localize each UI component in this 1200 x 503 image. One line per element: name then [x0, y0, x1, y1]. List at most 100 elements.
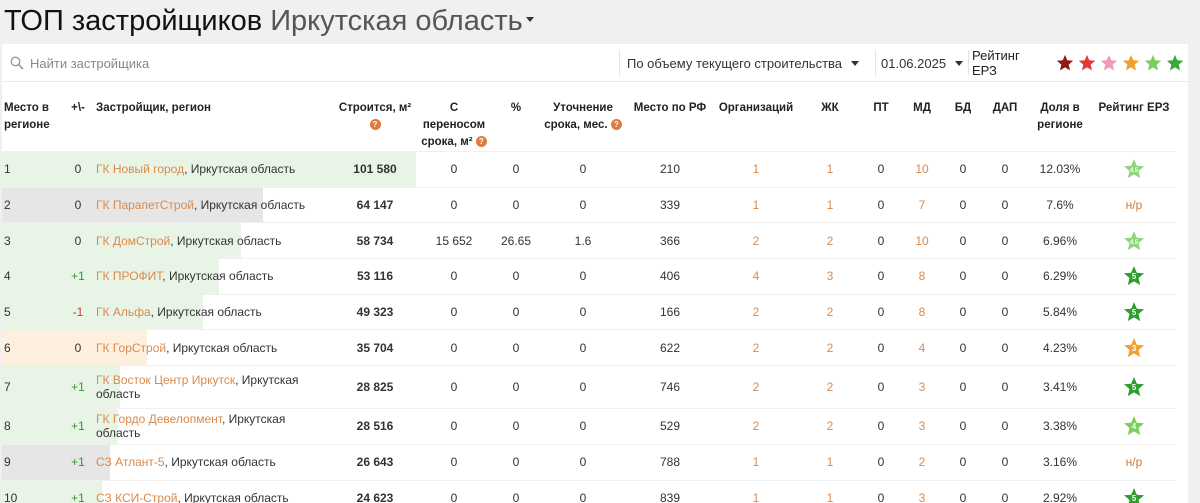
table-row[interactable]: 6 0 ГК ГорСтрой, Иркутская область 35 704 0 0… [2, 329, 1176, 366]
col-bd[interactable]: БД [944, 94, 982, 152]
help-icon[interactable]: ? [610, 119, 622, 131]
rating-star-icon[interactable] [1144, 54, 1162, 72]
col-developer[interactable]: Застройщик, регион [94, 94, 334, 152]
rating-star-icon[interactable]: 4.5 [1123, 230, 1145, 252]
table-row[interactable]: 5 -1 ГК Альфа, Иркутская область 49 323 0 0 0 1… [2, 293, 1176, 330]
developer-link[interactable]: ГК Гордо Девелопмент [96, 412, 222, 426]
col-place[interactable]: Место в регионе [2, 94, 62, 152]
cell-md[interactable]: 7 [900, 186, 944, 223]
search-input[interactable] [30, 55, 590, 71]
date-dropdown[interactable]: 01.06.2025 [881, 44, 964, 82]
table-row[interactable]: 4 +1 ГК ПРОФИТ, Иркутская область 53 116 0 0 0… [2, 258, 1176, 295]
rating-star-icon[interactable] [1122, 54, 1140, 72]
cell-zhk[interactable]: 2 [798, 365, 862, 409]
cell-name[interactable]: ГК ПРОФИТ, Иркутская область [94, 258, 334, 295]
rating-star-icon[interactable]: 5 [1123, 376, 1145, 398]
cell-zhk[interactable]: 2 [798, 329, 862, 366]
rating-star-icon[interactable]: 4 [1123, 415, 1145, 437]
cell-orgs[interactable]: 1 [714, 479, 798, 503]
developer-link[interactable]: ГК Новый город [96, 162, 184, 176]
cell-md[interactable]: 2 [900, 443, 944, 480]
developer-link[interactable]: СЗ КСИ-Строй [96, 491, 177, 503]
col-rf-place[interactable]: Место по РФ [626, 94, 714, 152]
table-row[interactable]: 8 +1 ГК Гордо Девелопмент, Иркутская облас… [2, 408, 1176, 445]
rating-star-icon[interactable]: 3 [1123, 337, 1145, 359]
table-row[interactable]: 9 +1 СЗ Атлант-5, Иркутская область 26 643 0… [2, 443, 1176, 480]
cell-md[interactable]: 8 [900, 258, 944, 295]
rating-star-icon[interactable] [1078, 54, 1096, 72]
cell-name[interactable]: ГК ГорСтрой, Иркутская область [94, 329, 334, 366]
cell-md[interactable]: 4 [900, 329, 944, 366]
cell-orgs[interactable]: 2 [714, 408, 798, 445]
cell-name[interactable]: ГК Альфа, Иркутская область [94, 293, 334, 330]
rating-star-icon[interactable] [1166, 54, 1184, 72]
cell-zhk[interactable]: 1 [798, 443, 862, 480]
cell-name[interactable]: СЗ Атлант-5, Иркутская область [94, 443, 334, 480]
region-caret-icon[interactable] [525, 16, 534, 22]
cell-zhk[interactable]: 1 [798, 151, 862, 188]
col-pt[interactable]: ПТ [862, 94, 900, 152]
col-rating[interactable]: Рейтинг ЕРЗ [1092, 94, 1176, 152]
cell-md[interactable]: 10 [900, 222, 944, 259]
col-share[interactable]: Доля в регионе [1028, 94, 1092, 152]
help-icon[interactable]: ? [475, 136, 487, 148]
developer-link[interactable]: ГК ПарапетСтрой [96, 198, 194, 212]
rating-star-icon[interactable]: 4.5 [1123, 158, 1145, 180]
col-pct[interactable]: % [492, 94, 540, 152]
cell-name[interactable]: СЗ КСИ-Строй, Иркутская область [94, 479, 334, 503]
cell-orgs[interactable]: 1 [714, 186, 798, 223]
rating-star-icon[interactable] [1056, 54, 1074, 72]
table-row[interactable]: 7 +1 ГК Восток Центр Иркутск, Иркутская об… [2, 365, 1176, 409]
cell-md[interactable]: 3 [900, 365, 944, 409]
cell-moved: 0 [416, 293, 492, 330]
rating-star-icon[interactable]: 5 [1123, 487, 1145, 503]
col-dap[interactable]: ДАП [982, 94, 1028, 152]
table-row[interactable]: 2 0 ГК ПарапетСтрой, Иркутская область 64 1… [2, 186, 1176, 223]
cell-name[interactable]: ГК Гордо Девелопмент, Иркутская область [94, 408, 334, 445]
col-moved[interactable]: С переносом срока, м² ? [416, 94, 492, 152]
cell-orgs[interactable]: 2 [714, 365, 798, 409]
sort-dropdown[interactable]: По объему текущего строительства [627, 44, 860, 82]
cell-name[interactable]: ГК Новый город, Иркутская область [94, 151, 334, 188]
col-change[interactable]: +\- [62, 94, 94, 152]
col-built[interactable]: Строится, м²? [334, 94, 416, 152]
cell-orgs[interactable]: 1 [714, 443, 798, 480]
table-row[interactable]: 10 +1 СЗ КСИ-Строй, Иркутская область 24 62… [2, 479, 1176, 503]
cell-orgs[interactable]: 4 [714, 258, 798, 295]
rating-star-icon[interactable]: 5 [1123, 265, 1145, 287]
cell-orgs[interactable]: 1 [714, 151, 798, 188]
table-row[interactable]: 1 0 ГК Новый город, Иркутская область 101 5… [2, 151, 1176, 188]
cell-zhk[interactable]: 2 [798, 222, 862, 259]
developer-link[interactable]: ГК ДомСтрой [96, 234, 170, 248]
cell-name[interactable]: ГК ДомСтрой, Иркутская область [94, 222, 334, 259]
cell-zhk[interactable]: 3 [798, 258, 862, 295]
developer-link[interactable]: СЗ Атлант-5 [96, 455, 165, 469]
col-zhk[interactable]: ЖК [798, 94, 862, 152]
rating-star-icon[interactable]: 5 [1123, 301, 1145, 323]
cell-zhk[interactable]: 2 [798, 293, 862, 330]
cell-md[interactable]: 10 [900, 151, 944, 188]
cell-orgs[interactable]: 2 [714, 222, 798, 259]
cell-name[interactable]: ГК ПарапетСтрой, Иркутская область [94, 186, 334, 223]
cell-zhk[interactable]: 1 [798, 186, 862, 223]
cell-md[interactable]: 3 [900, 479, 944, 503]
rating-star-icon[interactable] [1100, 54, 1118, 72]
col-md[interactable]: МД [900, 94, 944, 152]
cell-orgs[interactable]: 2 [714, 329, 798, 366]
developer-link[interactable]: ГК ПРОФИТ [96, 269, 162, 283]
cell-zhk[interactable]: 1 [798, 479, 862, 503]
cell-zhk[interactable]: 2 [798, 408, 862, 445]
developer-link[interactable]: ГК ГорСтрой [96, 341, 166, 355]
cell-orgs[interactable]: 2 [714, 293, 798, 330]
developer-link[interactable]: ГК Восток Центр Иркутск [96, 373, 235, 387]
cell-name[interactable]: ГК Восток Центр Иркутск, Иркутская облас… [94, 365, 334, 409]
col-orgs[interactable]: Организаций [714, 94, 798, 152]
search-box[interactable] [2, 44, 614, 82]
developer-link[interactable]: ГК Альфа [96, 305, 151, 319]
table-row[interactable]: 3 0 ГК ДомСтрой, Иркутская область 58 734 15… [2, 222, 1176, 259]
col-refine[interactable]: Уточнение срока, мес. ? [540, 94, 626, 152]
cell-md[interactable]: 8 [900, 293, 944, 330]
region-selector[interactable]: Иркутская область [270, 5, 523, 37]
cell-md[interactable]: 3 [900, 408, 944, 445]
help-icon[interactable]: ? [369, 119, 381, 131]
